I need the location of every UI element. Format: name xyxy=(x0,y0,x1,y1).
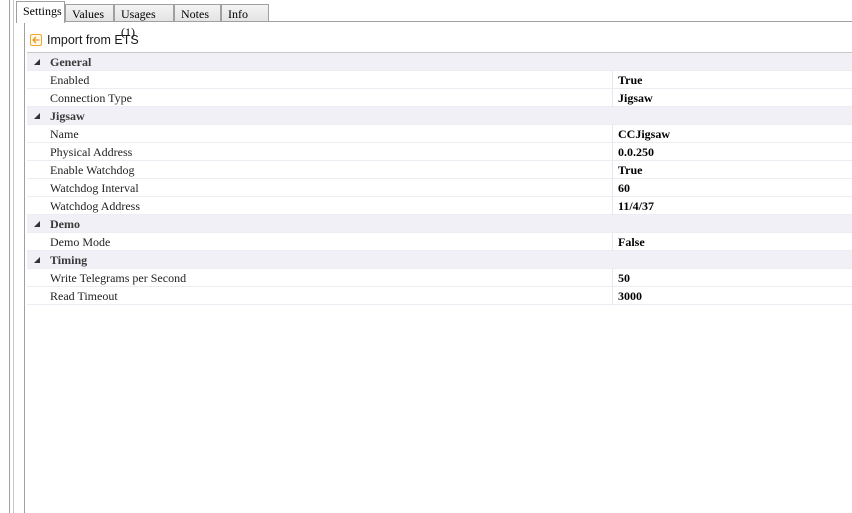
property-row-enable-watchdog[interactable]: Enable Watchdog True xyxy=(27,161,852,179)
property-name: Watchdog Address xyxy=(50,199,141,213)
property-name: Watchdog Interval xyxy=(50,181,139,195)
property-name: Connection Type xyxy=(50,91,132,105)
collapse-triangle-icon[interactable] xyxy=(33,112,41,120)
property-value[interactable]: CCJigsaw xyxy=(618,125,852,143)
property-name: Name xyxy=(50,127,79,141)
tab-info[interactable]: Info xyxy=(221,4,269,22)
property-value[interactable]: 11/4/37 xyxy=(618,197,852,215)
property-name: Enable Watchdog xyxy=(50,163,135,177)
tab-notes[interactable]: Notes xyxy=(174,4,221,22)
category-label: Timing xyxy=(50,253,88,267)
column-divider xyxy=(612,71,613,89)
category-label: Demo xyxy=(50,217,80,231)
column-divider xyxy=(612,269,613,287)
column-divider xyxy=(612,287,613,305)
column-divider xyxy=(612,161,613,179)
collapse-triangle-icon[interactable] xyxy=(33,220,41,228)
category-demo[interactable]: Demo xyxy=(27,215,852,233)
property-value[interactable]: True xyxy=(618,71,852,89)
property-value[interactable]: 60 xyxy=(618,179,852,197)
property-row-watchdog-address[interactable]: Watchdog Address 11/4/37 xyxy=(27,197,852,215)
property-value[interactable]: 0.0.250 xyxy=(618,143,852,161)
collapse-triangle-icon[interactable] xyxy=(33,58,41,66)
tab-settings[interactable]: Settings xyxy=(16,1,65,23)
import-from-ets-button[interactable]: Import from ETS xyxy=(29,31,139,49)
category-label: General xyxy=(50,55,92,69)
property-name: Demo Mode xyxy=(50,235,111,249)
settings-panel: Import from ETS General Enabled True Con… xyxy=(24,22,852,513)
property-row-physical-address[interactable]: Physical Address 0.0.250 xyxy=(27,143,852,161)
property-row-watchdog-interval[interactable]: Watchdog Interval 60 xyxy=(27,179,852,197)
property-row-demo-mode[interactable]: Demo Mode False xyxy=(27,233,852,251)
property-name: Write Telegrams per Second xyxy=(50,271,187,285)
property-row-read-timeout[interactable]: Read Timeout 3000 xyxy=(27,287,852,305)
property-name: Read Timeout xyxy=(50,289,118,303)
property-value[interactable]: Jigsaw xyxy=(618,89,852,107)
category-general[interactable]: General xyxy=(27,53,852,71)
window-frame-edge xyxy=(9,0,10,513)
column-divider xyxy=(612,89,613,107)
property-row-name[interactable]: Name CCJigsaw xyxy=(27,125,852,143)
column-divider xyxy=(612,233,613,251)
tab-usages[interactable]: Usages (1) xyxy=(114,4,174,39)
property-row-enabled[interactable]: Enabled True xyxy=(27,71,852,89)
window-frame-inner-edge xyxy=(13,0,14,513)
import-arrow-icon xyxy=(29,33,43,47)
import-from-ets-label: Import from ETS xyxy=(47,33,139,47)
column-divider xyxy=(612,143,613,161)
collapse-triangle-icon[interactable] xyxy=(33,256,41,264)
tab-strip: Settings Values Usages (1) Notes Info xyxy=(16,1,852,39)
column-divider xyxy=(612,197,613,215)
property-value[interactable]: False xyxy=(618,233,852,251)
property-value[interactable]: 50 xyxy=(618,269,852,287)
property-row-write-telegrams[interactable]: Write Telegrams per Second 50 xyxy=(27,269,852,287)
property-row-connection-type[interactable]: Connection Type Jigsaw xyxy=(27,89,852,107)
column-divider xyxy=(612,179,613,197)
category-label: Jigsaw xyxy=(50,109,85,123)
property-name: Enabled xyxy=(50,73,90,87)
category-timing[interactable]: Timing xyxy=(27,251,852,269)
property-grid: General Enabled True Connection Type Jig… xyxy=(27,52,852,305)
property-value[interactable]: 3000 xyxy=(618,287,852,305)
tab-values[interactable]: Values xyxy=(65,4,114,22)
property-value[interactable]: True xyxy=(618,161,852,179)
column-divider xyxy=(612,125,613,143)
property-name: Physical Address xyxy=(50,145,133,159)
category-jigsaw[interactable]: Jigsaw xyxy=(27,107,852,125)
